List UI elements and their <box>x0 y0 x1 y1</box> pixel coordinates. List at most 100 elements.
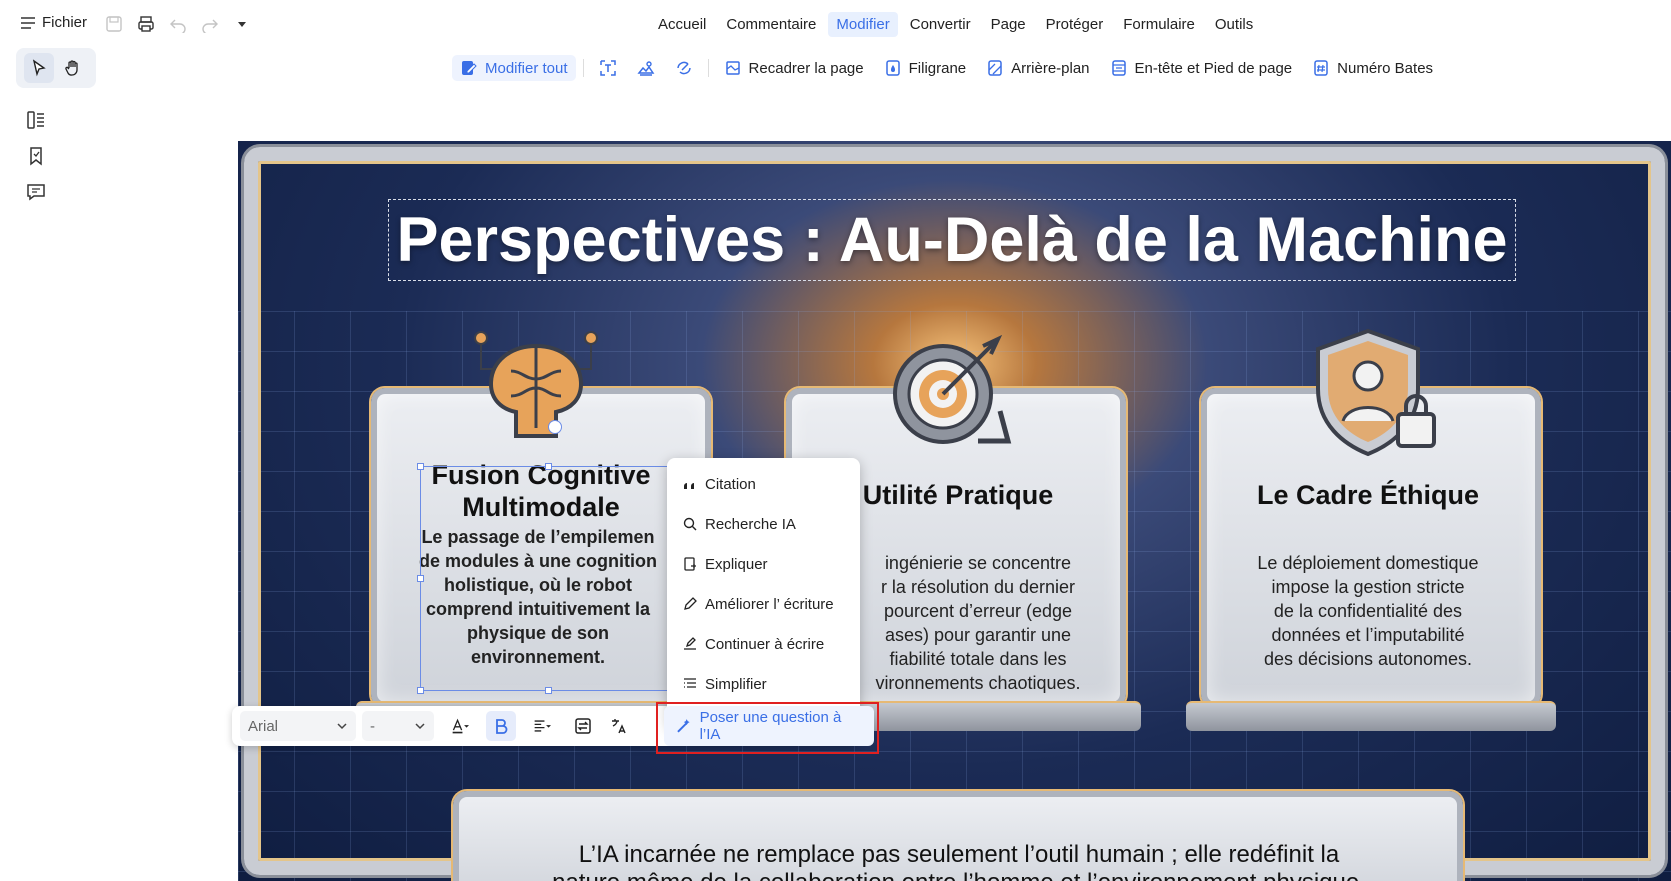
conclusion-line: L’IA incarnée ne remplace pas seulement … <box>578 841 1340 868</box>
align-left-icon <box>534 720 551 732</box>
header-footer-button[interactable]: En-tête et Pied de page <box>1102 55 1301 81</box>
bates-icon <box>1314 60 1328 76</box>
menu-item-continue-writing[interactable]: Continuer à écrire <box>667 624 860 664</box>
continue-writing-icon <box>684 637 696 650</box>
top-bar: Fichier Accueil Commentaire Modifier Con… <box>0 0 1671 48</box>
menu-page[interactable]: Page <box>983 12 1034 37</box>
font-color-icon <box>452 718 469 734</box>
menu-formulaire[interactable]: Formulaire <box>1115 12 1203 37</box>
bates-number-button[interactable]: Numéro Bates <box>1304 55 1441 81</box>
background-icon <box>988 60 1002 76</box>
explain-icon <box>684 557 696 571</box>
watermark-button[interactable]: Filigrane <box>876 55 975 81</box>
edit-all-button[interactable]: Modifier tout <box>452 55 576 81</box>
save-icon[interactable] <box>104 14 124 34</box>
edit-image-button[interactable] <box>629 55 663 81</box>
menu-item-simplify[interactable]: Simplifier <box>667 664 860 704</box>
edit-text-button[interactable] <box>591 55 625 81</box>
resize-handle[interactable] <box>545 687 552 694</box>
font-size-select[interactable]: - <box>362 711 434 741</box>
thumbnails-icon[interactable] <box>24 108 48 132</box>
ai-context-menu: Citation Recherche IA Expliquer Améliore… <box>667 458 860 728</box>
menu-item-label: Continuer à écrire <box>705 635 825 653</box>
main-menu: Accueil Commentaire Modifier Convertir P… <box>650 12 1261 37</box>
simplify-icon <box>684 678 696 688</box>
menu-accueil[interactable]: Accueil <box>650 12 714 37</box>
hand-tool-button[interactable] <box>58 53 88 83</box>
edit-all-label: Modifier tout <box>485 59 568 77</box>
panel2-line: pourcent d’erreur (edge <box>883 601 1073 621</box>
edit-link-button[interactable] <box>667 55 701 81</box>
file-label: Fichier <box>42 14 88 31</box>
watermark-icon <box>885 60 900 76</box>
undo-icon[interactable] <box>168 14 188 34</box>
slide-title-box[interactable]: Perspectives : Au-Delà de la Machine <box>388 199 1516 281</box>
panel2-line: ases) pour garantir une <box>884 625 1072 645</box>
conclusion-line: nature même de la collaboration entre l’… <box>499 869 1419 881</box>
cursor-tool-group <box>16 48 96 88</box>
menu-modifier[interactable]: Modifier <box>828 12 898 37</box>
hamburger-icon <box>21 16 35 29</box>
menu-item-label: Simplifier <box>705 675 767 693</box>
menu-proteger[interactable]: Protéger <box>1038 12 1112 37</box>
panel-base <box>1186 701 1556 731</box>
shield-lock-icon <box>1316 328 1436 457</box>
print-icon[interactable] <box>136 14 156 34</box>
bold-icon <box>496 719 508 734</box>
menu-item-citation[interactable]: Citation <box>667 464 860 504</box>
image-edit-icon <box>636 61 654 76</box>
panel2-line: fiabilité totale dans les <box>889 649 1067 669</box>
quote-icon <box>684 483 694 489</box>
font-color-button[interactable] <box>440 711 480 741</box>
search-icon <box>683 517 697 531</box>
crop-page-button[interactable]: Recadrer la page <box>716 55 872 81</box>
watermark-label: Filigrane <box>908 59 967 77</box>
selection-box[interactable] <box>420 466 676 691</box>
dropdown-caret-icon[interactable] <box>232 14 252 34</box>
conclusion-panel: L’IA incarnée ne remplace pas seulement … <box>453 791 1463 881</box>
menu-item-label: Expliquer <box>705 555 768 573</box>
file-menu[interactable]: Fichier <box>20 14 87 31</box>
bates-number-label: Numéro Bates <box>1337 59 1434 77</box>
hand-icon <box>65 60 78 76</box>
panel3-line: données et l’imputabilité <box>1271 625 1465 645</box>
header-footer-icon <box>1111 60 1126 76</box>
menu-item-label: Améliorer l’ écriture <box>705 595 834 613</box>
panel3-title: Le Cadre Éthique <box>1256 480 1480 510</box>
menu-item-label: Citation <box>705 475 756 493</box>
select-tool-button[interactable] <box>24 53 54 83</box>
bookmark-icon[interactable] <box>24 144 48 168</box>
menu-outils[interactable]: Outils <box>1207 12 1261 37</box>
resize-handle[interactable] <box>545 463 552 470</box>
align-button[interactable] <box>522 711 562 741</box>
font-family-value: Arial <box>248 717 279 735</box>
menu-item-explain[interactable]: Expliquer <box>667 544 860 584</box>
gear-target-icon <box>893 334 1012 444</box>
text-direction-button[interactable] <box>568 711 598 741</box>
text-frame-icon <box>575 718 591 734</box>
link-edit-icon <box>676 61 691 75</box>
menu-convertir[interactable]: Convertir <box>902 12 979 37</box>
rotate-handle[interactable] <box>548 420 562 434</box>
crop-page-label: Recadrer la page <box>748 59 864 77</box>
panel3-line: impose la gestion stricte <box>1271 577 1465 597</box>
translate-button[interactable] <box>604 711 634 741</box>
resize-handle[interactable] <box>417 575 424 582</box>
resize-handle[interactable] <box>417 687 424 694</box>
highlight-box <box>656 702 879 754</box>
background-button[interactable]: Arrière-plan <box>978 55 1097 81</box>
resize-handle[interactable] <box>417 463 424 470</box>
bold-button[interactable] <box>486 711 516 741</box>
comments-icon[interactable] <box>24 180 48 204</box>
chevron-down-icon <box>415 723 425 730</box>
conclusion-text: L’IA incarnée ne remplace pas seulement … <box>499 841 1419 881</box>
menu-item-ai-search[interactable]: Recherche IA <box>667 504 860 544</box>
font-family-select[interactable]: Arial <box>240 711 356 741</box>
panel3-line: des décisions autonomes. <box>1263 649 1473 669</box>
panel2-line: r la résolution du dernier <box>880 577 1076 597</box>
font-size-value: - <box>370 717 375 735</box>
menu-commentaire[interactable]: Commentaire <box>718 12 824 37</box>
menu-item-improve-writing[interactable]: Améliorer l’ écriture <box>667 584 860 624</box>
menu-item-label: Recherche IA <box>705 515 796 533</box>
redo-icon[interactable] <box>200 14 220 34</box>
